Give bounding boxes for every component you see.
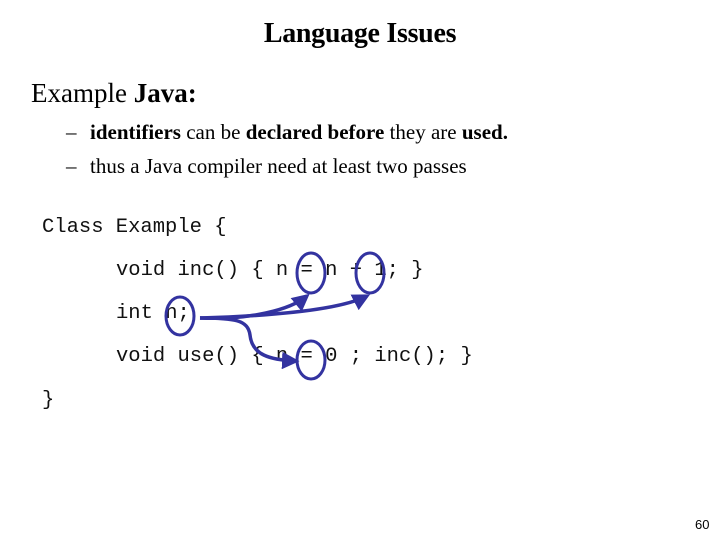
intro-line: Example Java: bbox=[31, 78, 197, 109]
code-line-class-decl: Class Example { bbox=[42, 216, 227, 239]
page-number: 60 bbox=[695, 517, 710, 532]
code-line-inc-method: void inc() { n = n + 1; } bbox=[116, 259, 424, 282]
bullet-seg: declared before bbox=[245, 120, 385, 144]
bullet-text: identifiers can be declared before they … bbox=[90, 120, 508, 144]
bullet-dash: – bbox=[66, 154, 77, 178]
bullet-dash: – bbox=[66, 120, 77, 144]
code-line-field-decl: int n; bbox=[116, 302, 190, 325]
bullet-item: – identifiers can be declared before they… bbox=[66, 120, 508, 145]
bullet-seg: thus a Java compiler need at least two p… bbox=[90, 154, 467, 178]
arrow-decl-to-inc-lhs bbox=[199, 293, 310, 321]
bullet-seg: used. bbox=[461, 120, 508, 144]
intro-prefix: Example bbox=[31, 78, 134, 108]
code-line-use-method: void use() { n = 0 ; inc(); } bbox=[116, 345, 473, 368]
bullet-seg: can be bbox=[180, 120, 246, 144]
arrow-decl-to-inc-rhs bbox=[199, 294, 371, 320]
slide-title: Language Issues bbox=[263, 18, 457, 49]
bullet-seg: they are bbox=[384, 120, 462, 144]
code-line-class-close: } bbox=[42, 389, 55, 412]
bullet-seg: identifiers bbox=[90, 120, 181, 144]
bullet-item: – thus a Java compiler need at least two … bbox=[66, 154, 467, 179]
intro-language: Java: bbox=[133, 78, 197, 108]
